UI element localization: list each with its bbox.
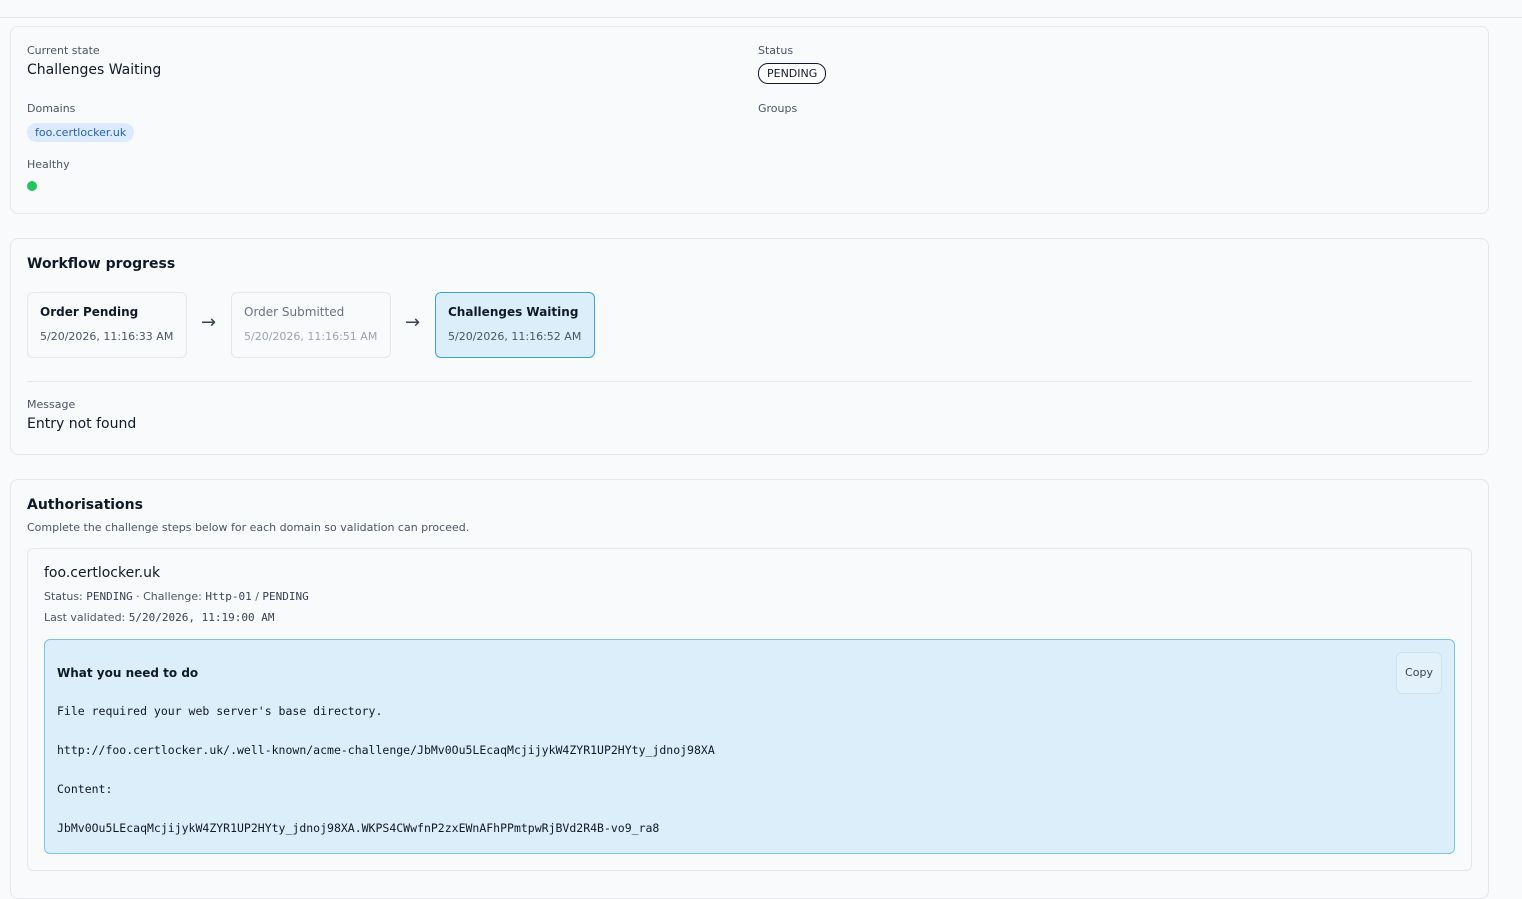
last-validated-value: 5/20/2026, 11:19:00 AM — [128, 611, 275, 624]
summary-card: Current state Challenges Waiting Status … — [10, 26, 1489, 214]
instructions-panel: What you need to do Copy File required y… — [44, 639, 1455, 854]
top-bar — [0, 0, 1522, 18]
domains-label: Domains — [27, 102, 76, 115]
content-label: Content: — [57, 782, 113, 796]
workflow-step-challenges-waiting: Challenges Waiting 5/20/2026, 11:16:52 A… — [435, 292, 595, 358]
domains-field: Domains foo.certlocker.uk — [27, 102, 135, 142]
authorisations-card: Authorisations Complete the challenge st… — [10, 479, 1489, 899]
instruction-line: File required your web server's base dir… — [57, 704, 383, 718]
authorisation-status-line: Status: PENDING · Challenge: Http-01 / P… — [44, 590, 309, 603]
domain-chip: foo.certlocker.uk — [27, 123, 135, 142]
copy-button[interactable]: Copy — [1396, 652, 1442, 694]
step-name: Order Submitted — [244, 305, 345, 319]
status-value: PENDING — [86, 590, 133, 603]
status-badge: PENDING — [758, 63, 827, 84]
divider — [27, 381, 1472, 382]
step-time: 5/20/2026, 11:16:52 AM — [448, 330, 582, 343]
challenge-label: · Challenge: — [136, 590, 202, 603]
workflow-card: Workflow progress Order Pending 5/20/202… — [10, 238, 1489, 455]
authorisation-item: foo.certlocker.uk Status: PENDING · Chal… — [27, 548, 1472, 871]
current-state-value: Challenges Waiting — [27, 62, 162, 78]
status-field: Status PENDING — [758, 44, 827, 84]
groups-field: Groups — [758, 102, 797, 115]
groups-label: Groups — [758, 102, 798, 115]
current-state-field: Current state Challenges Waiting — [27, 44, 161, 78]
challenge-status: PENDING — [262, 590, 309, 603]
authorisation-domain: foo.certlocker.uk — [44, 565, 161, 581]
status-label: Status — [758, 44, 794, 57]
challenge-url: http://foo.certlocker.uk/.well-known/acm… — [57, 743, 715, 757]
challenge-type: Http-01 — [205, 590, 252, 603]
step-time: 5/20/2026, 11:16:33 AM — [40, 330, 174, 343]
last-validated-line: Last validated: 5/20/2026, 11:19:00 AM — [44, 611, 274, 624]
current-state-label: Current state — [27, 44, 100, 57]
instructions-title: What you need to do — [57, 666, 199, 680]
arrow-right-icon: → — [201, 312, 217, 333]
healthy-indicator-dot — [27, 181, 37, 191]
healthy-field: Healthy — [27, 158, 70, 191]
healthy-label: Healthy — [27, 158, 70, 171]
challenge-separator: / — [255, 590, 259, 603]
authorisations-title: Authorisations — [27, 497, 143, 513]
last-validated-label: Last validated: — [44, 611, 126, 624]
status-label: Status: — [44, 590, 83, 603]
message-label: Message — [27, 398, 76, 411]
step-time: 5/20/2026, 11:16:51 AM — [244, 330, 378, 343]
authorisations-subtitle: Complete the challenge steps below for e… — [27, 521, 470, 534]
arrow-right-icon: → — [405, 312, 421, 333]
message-field: Message Entry not found — [27, 398, 136, 432]
workflow-title: Workflow progress — [27, 256, 176, 272]
challenge-content: JbMv0Ou5LEcaqMcjijykW4ZYR1UP2HYty_jdnoj9… — [57, 821, 660, 835]
workflow-step-order-submitted: Order Submitted 5/20/2026, 11:16:51 AM — [231, 292, 391, 358]
step-name: Challenges Waiting — [448, 305, 579, 319]
step-name: Order Pending — [40, 305, 139, 319]
workflow-step-order-pending: Order Pending 5/20/2026, 11:16:33 AM — [27, 292, 187, 358]
message-value: Entry not found — [27, 416, 137, 432]
